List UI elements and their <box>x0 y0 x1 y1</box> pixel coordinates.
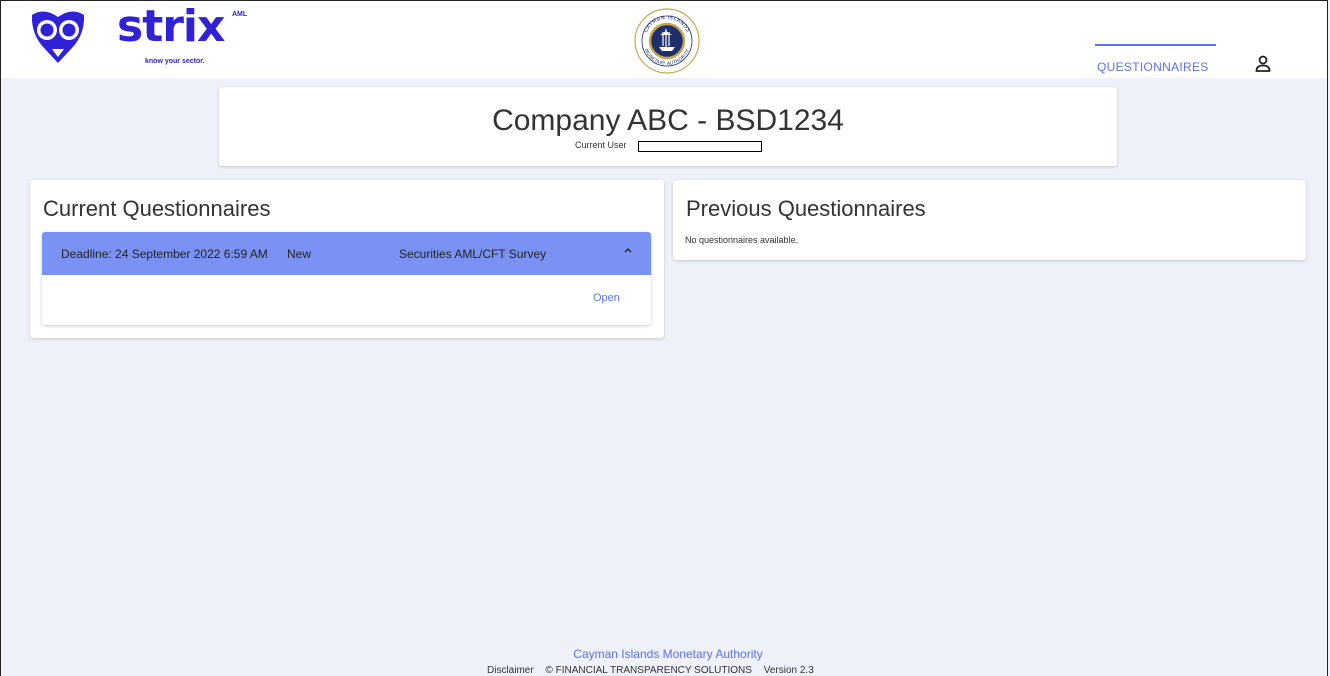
questionnaire-item: Deadline: 24 September 2022 6:59 AM New … <box>42 232 651 325</box>
top-bar: strix AML know your sector. CAYMAN ISLAN… <box>1 1 1327 78</box>
footer-authority-link[interactable]: Cayman Islands Monetary Authority <box>0 647 1330 661</box>
current-questionnaires-heading: Current Questionnaires <box>43 196 271 221</box>
questionnaire-status: New <box>287 247 312 261</box>
footer-disclaimer-link[interactable]: Disclaimer <box>487 665 534 676</box>
nav-questionnaires[interactable]: QUESTIONNAIRES <box>1097 60 1209 74</box>
questionnaire-item-header[interactable]: Deadline: 24 September 2022 6:59 AM New … <box>42 232 651 275</box>
previous-questionnaires-card: Previous Questionnaires No questionnaire… <box>673 180 1306 260</box>
owl-logo-icon <box>31 11 85 64</box>
open-questionnaire-button[interactable]: Open <box>593 292 620 304</box>
user-menu-button[interactable] <box>1253 54 1273 74</box>
footer-copyright: © FINANCIAL TRANSPARENCY SOLUTIONS <box>545 665 752 676</box>
current-user-label: Current User <box>575 140 627 150</box>
company-card: Company ABC - BSD1234 <box>219 87 1117 166</box>
previous-questionnaires-heading: Previous Questionnaires <box>686 196 926 221</box>
cima-seal-icon: CAYMAN ISLANDS MONETARY AUTHORITY <box>634 8 700 74</box>
empty-state-text: No questionnaires available. <box>685 235 799 245</box>
company-title: Company ABC - BSD1234 <box>492 104 844 137</box>
current-questionnaires-card: Current Questionnaires Deadline: 24 Sept… <box>30 180 664 338</box>
footer-version: Version 2.3 <box>763 665 814 676</box>
cima-seal: CAYMAN ISLANDS MONETARY AUTHORITY <box>633 7 701 80</box>
active-nav-indicator <box>1095 44 1216 46</box>
brand-name: strix <box>117 1 225 52</box>
user-icon <box>1255 55 1271 72</box>
brand-superscript: AML <box>232 11 248 18</box>
chevron-up-icon[interactable] <box>622 244 634 256</box>
current-user-value-redacted <box>638 141 762 152</box>
questionnaire-type: Securities AML/CFT Survey <box>399 247 547 261</box>
footer-meta: Disclaimer © FINANCIAL TRANSPARENCY SOLU… <box>487 665 823 676</box>
strix-logo[interactable]: strix AML know your sector. <box>29 1 247 75</box>
questionnaire-deadline: Deadline: 24 September 2022 6:59 AM <box>61 247 268 261</box>
brand-tagline: know your sector. <box>145 58 205 65</box>
